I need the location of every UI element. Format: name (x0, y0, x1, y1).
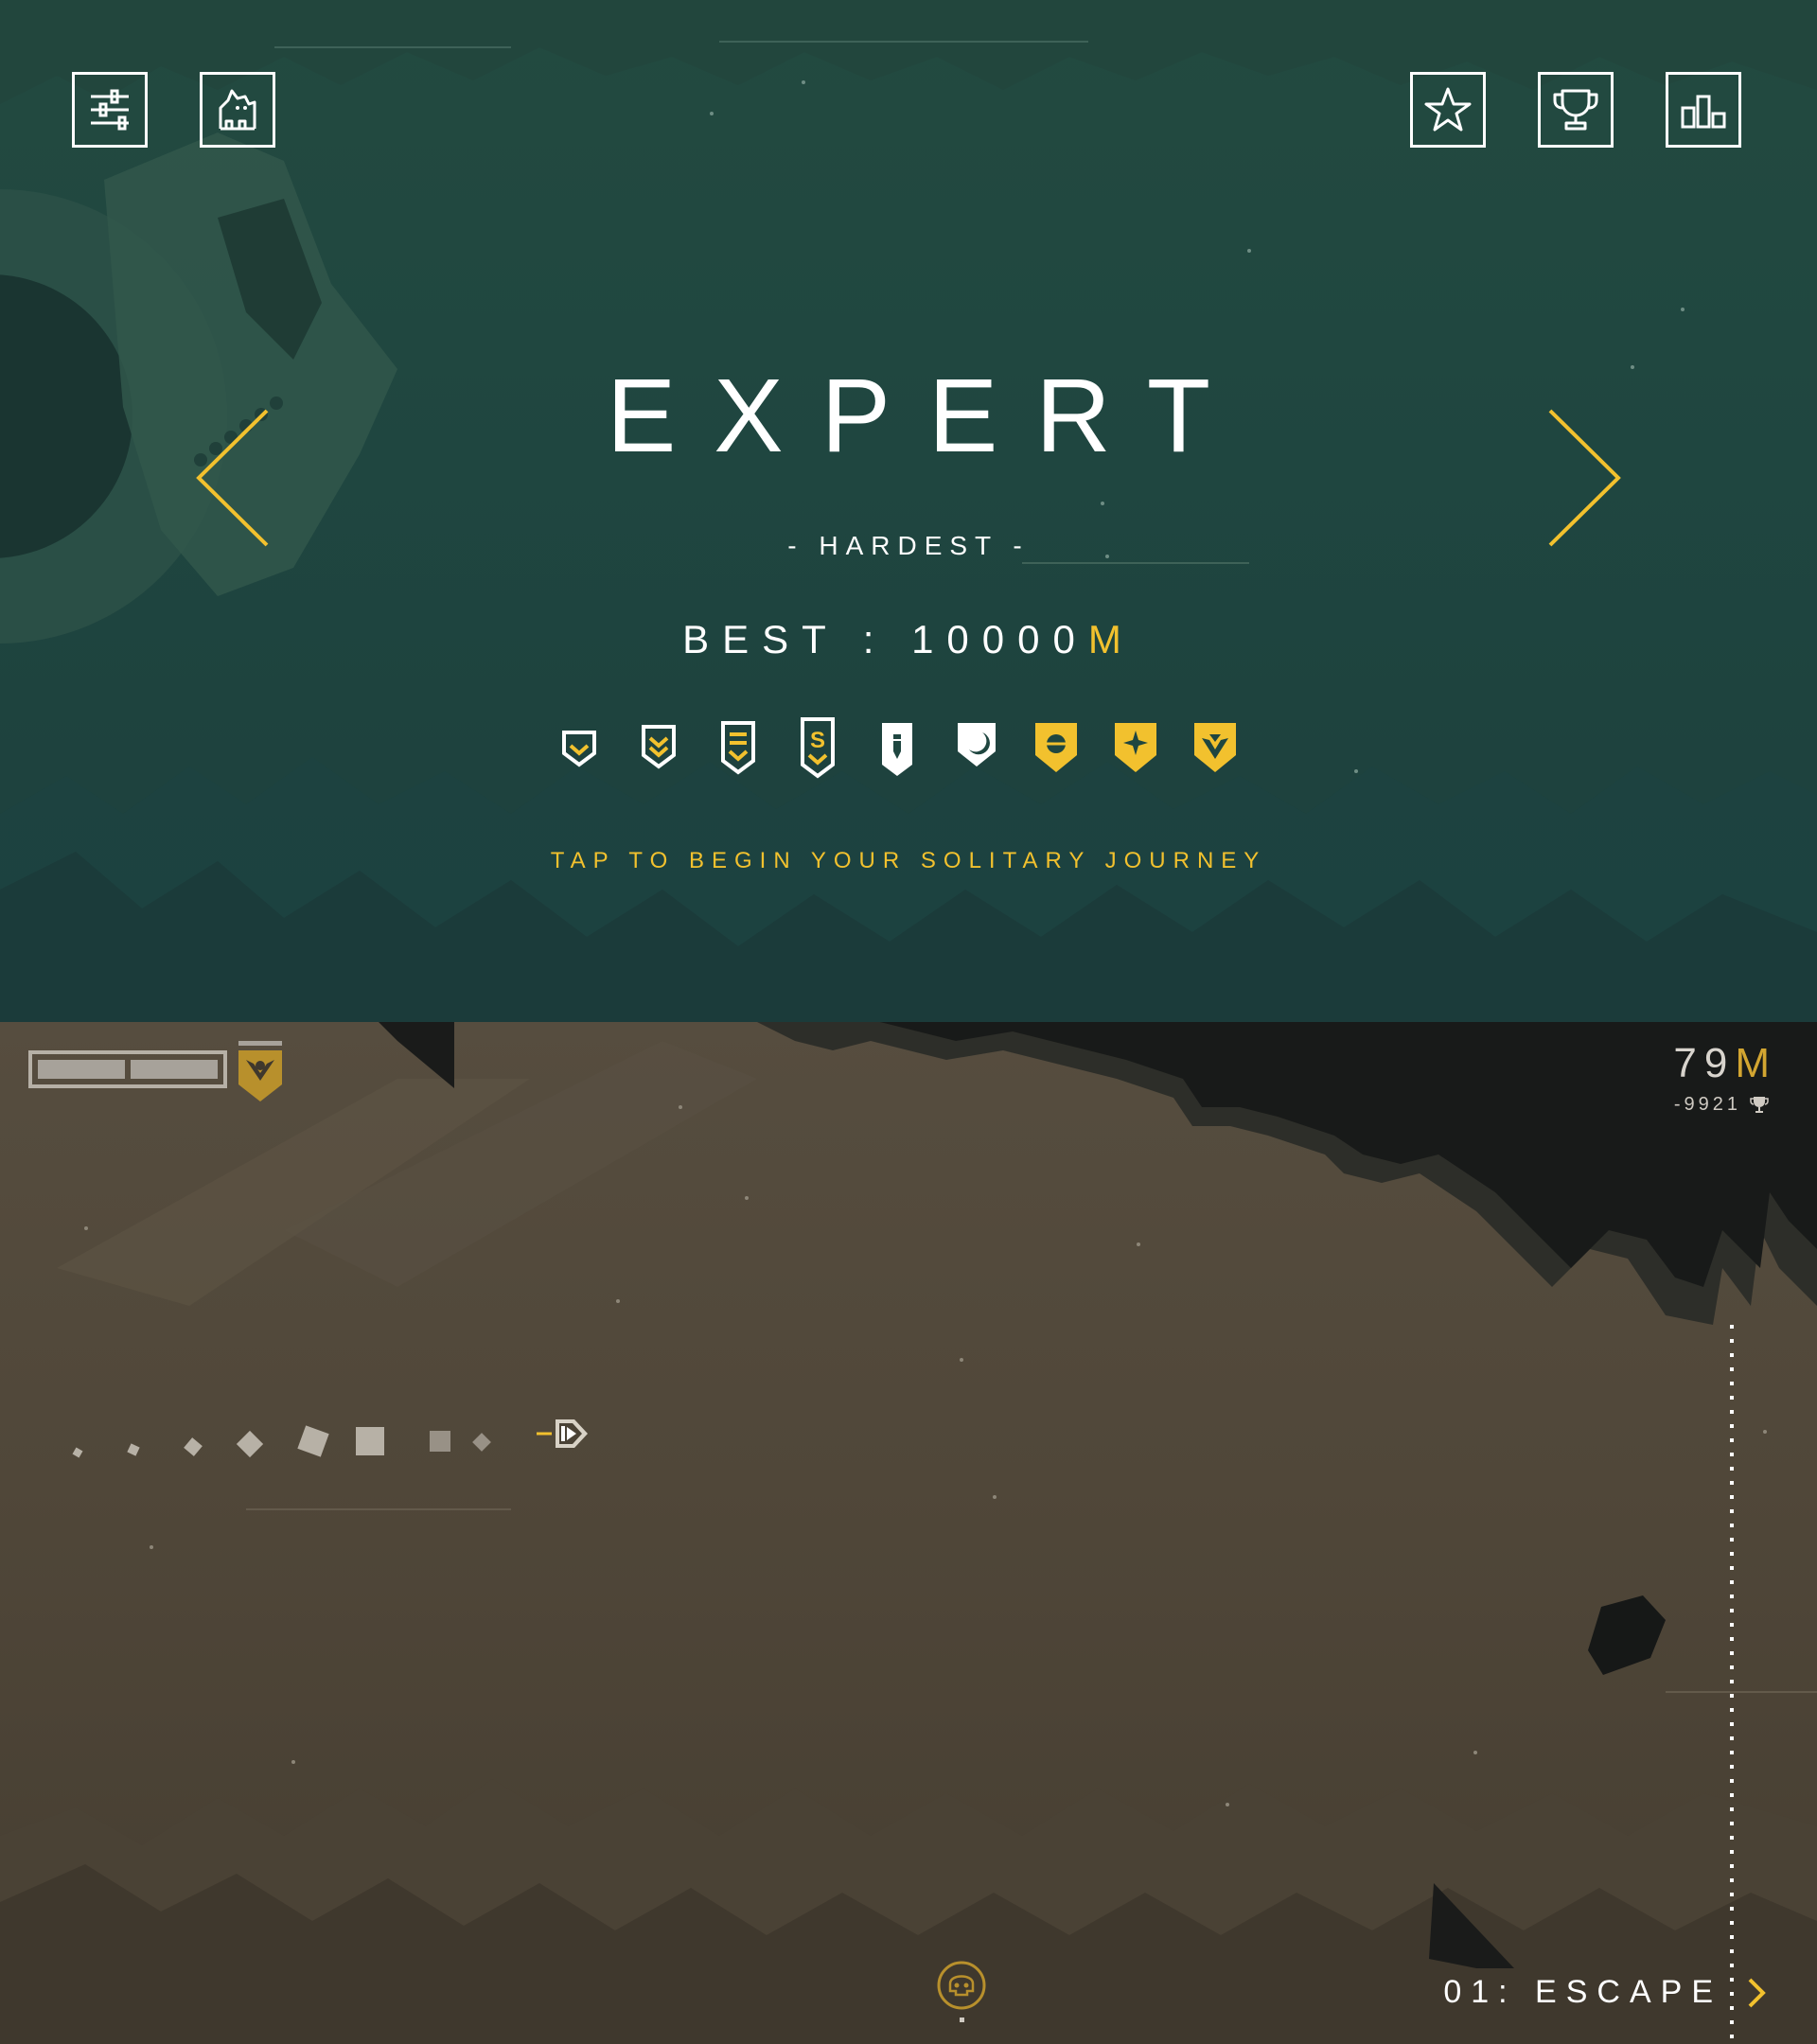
chevron-double-badge (642, 725, 676, 769)
star-badge (1115, 723, 1156, 772)
leaderboard-button[interactable] (1666, 72, 1741, 148)
death-marker-icon (937, 1961, 986, 2022)
asteroid-hazard (1588, 1595, 1666, 1675)
player-ship (537, 1419, 588, 1448)
cave-background (0, 1022, 1817, 2044)
sun-badge (1035, 723, 1077, 772)
speed-lines (274, 41, 1249, 564)
favorites-button[interactable] (1410, 72, 1486, 148)
trophy-icon (1750, 1097, 1769, 1113)
best-score-unit: M (1087, 617, 1135, 661)
chevron-right-icon (1748, 1978, 1766, 2008)
start-prompt[interactable]: TAP TO BEGIN YOUR SOLITARY JOURNEY (0, 850, 1817, 872)
thruster-trail (72, 1425, 491, 1458)
svg-text:S: S (810, 728, 825, 753)
settings-button[interactable] (72, 72, 148, 148)
health-segment (38, 1060, 125, 1079)
level-next-button[interactable] (1744, 1976, 1769, 2010)
mode-title: EXPERT (606, 358, 1249, 474)
ceiling-rock-left (379, 1022, 454, 1088)
character-button[interactable] (200, 72, 275, 148)
moon-badge (958, 723, 996, 766)
chevron-single-badge (562, 731, 596, 767)
distance-counter: 79M (1673, 1043, 1777, 1084)
trophy-icon (1553, 89, 1598, 131)
level-label: 01: ESCAPE (1443, 1974, 1722, 2010)
health-bar (28, 1050, 227, 1088)
pen-badge (882, 723, 912, 776)
cat-icon (219, 89, 256, 131)
best-remaining-value: -9921 (1673, 1094, 1741, 1115)
podium-icon (1681, 95, 1726, 129)
health-segment (131, 1060, 218, 1079)
achievements-button[interactable] (1538, 72, 1614, 148)
sliders-icon (91, 89, 129, 131)
s-chevron-badge: S (801, 717, 835, 779)
rank-emblem-icon (238, 1041, 282, 1101)
mode-select-screen[interactable]: EXPERT - HARDEST - BEST : 10000M S TAP T… (0, 0, 1817, 1022)
checkpoint-line (1730, 1325, 1734, 2044)
speed-lines (246, 1508, 1817, 1693)
distance-unit: M (1735, 1040, 1777, 1086)
star-icon (1424, 87, 1472, 132)
best-score: BEST : 10000M (0, 620, 1817, 660)
bars-chevron-badge (721, 721, 755, 775)
distance-value: 79 (1673, 1040, 1736, 1086)
best-remaining: -9921 (1674, 1094, 1770, 1115)
best-score-label: BEST : 10000 (682, 617, 1088, 661)
ceiling-rock (814, 1022, 1817, 1287)
rank-badges: S (558, 717, 1259, 784)
gameplay-screen[interactable]: 79M -9921 01: ESCAPE (0, 1022, 1817, 2044)
mode-subtitle: - HARDEST - (787, 531, 1030, 560)
wings-badge (1194, 723, 1236, 772)
